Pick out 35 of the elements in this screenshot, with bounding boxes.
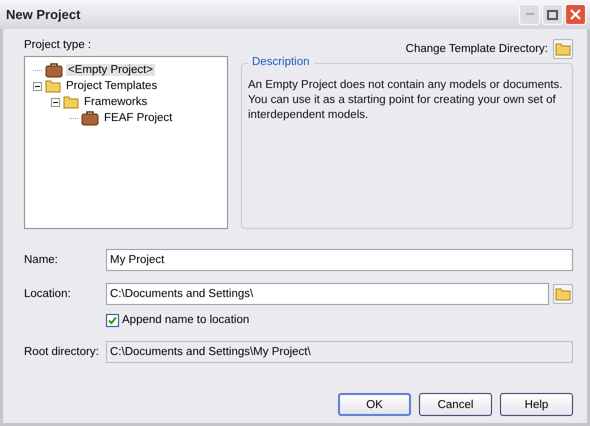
description-text: An Empty Project does not contain any models or documents. You can use it as a starting point for creating your own set of interdependent models. bbox=[248, 78, 564, 123]
briefcase-icon bbox=[45, 62, 63, 78]
change-template-directory-label: Change Template Directory: bbox=[406, 43, 548, 55]
maximize-button[interactable] bbox=[542, 4, 563, 25]
description-title: Description bbox=[248, 56, 314, 68]
close-icon bbox=[570, 9, 581, 20]
tree-item[interactable]: Project Templates bbox=[64, 80, 160, 92]
minimize-icon bbox=[526, 13, 534, 16]
window-title: New Project bbox=[6, 7, 80, 22]
append-name-checkbox[interactable]: Append name to location bbox=[106, 314, 250, 326]
name-field[interactable]: My Project bbox=[106, 249, 573, 271]
folder-icon bbox=[555, 287, 571, 301]
location-label: Location: bbox=[24, 288, 72, 300]
close-button[interactable] bbox=[565, 4, 586, 25]
collapse-icon[interactable] bbox=[33, 82, 42, 90]
collapse-icon[interactable] bbox=[51, 98, 60, 106]
folder-icon bbox=[45, 79, 61, 93]
location-field[interactable]: C:\Documents and Settings\ bbox=[106, 283, 549, 305]
dialog-button[interactable]: Cancel bbox=[419, 393, 492, 416]
root-directory-field[interactable]: C:\Documents and Settings\My Project\ bbox=[106, 341, 573, 363]
folder-icon bbox=[63, 95, 79, 109]
folder-icon bbox=[555, 42, 571, 56]
browse-button[interactable] bbox=[553, 284, 573, 304]
tree-item[interactable]: <Empty Project> bbox=[66, 64, 156, 76]
dialog-button[interactable]: Help bbox=[500, 393, 573, 416]
checkbox[interactable] bbox=[106, 314, 119, 326]
tree-item[interactable]: FEAF Project bbox=[102, 112, 174, 124]
tree-item[interactable]: Frameworks bbox=[82, 96, 150, 108]
dialog-button[interactable]: OK bbox=[338, 393, 411, 416]
maximize-icon bbox=[547, 10, 558, 20]
root-directory-label: Root directory: bbox=[24, 346, 100, 358]
briefcase-icon bbox=[81, 110, 99, 126]
browse-button[interactable] bbox=[553, 39, 573, 59]
name-label: Name: bbox=[24, 254, 59, 266]
project-type-label: Project type : bbox=[24, 39, 92, 51]
